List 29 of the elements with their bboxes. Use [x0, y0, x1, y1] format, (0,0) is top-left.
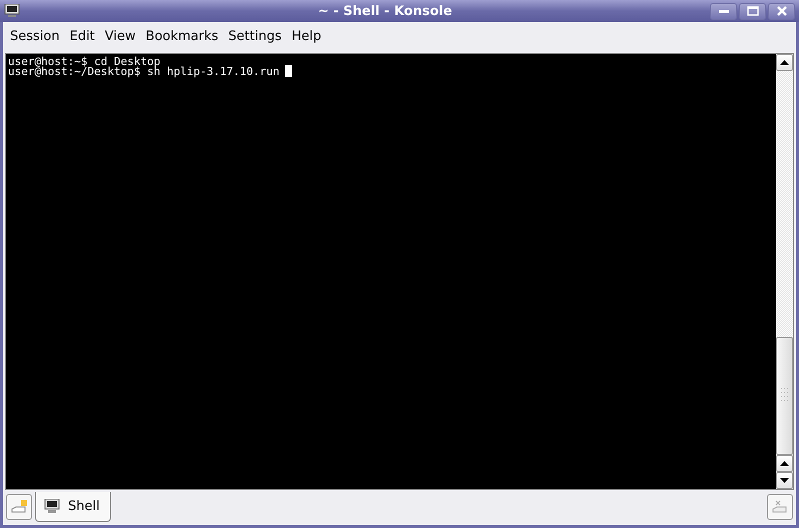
- new-session-icon: [11, 500, 27, 514]
- scroll-thumb[interactable]: [776, 337, 793, 455]
- menu-item[interactable]: Edit: [64, 28, 100, 44]
- new-session-button[interactable]: [6, 494, 32, 520]
- terminal-icon: [44, 499, 60, 514]
- scroll-down-button[interactable]: [776, 472, 793, 489]
- terminal-line: user@host:~/Desktop$ sh hplip-3.17.10.run: [8, 67, 280, 77]
- up-arrow-icon: [780, 461, 789, 466]
- terminal-icon[interactable]: [4, 4, 20, 18]
- maximize-button[interactable]: [739, 2, 766, 20]
- close-session-icon: [772, 500, 788, 514]
- close-session-button[interactable]: [767, 494, 793, 520]
- minimize-button[interactable]: [710, 2, 737, 20]
- menu-item[interactable]: Settings: [223, 28, 287, 44]
- scroll-up-button[interactable]: [776, 455, 793, 472]
- scroll-up-button[interactable]: [776, 54, 793, 71]
- window-title: ~ - Shell - Konsole: [316, 4, 454, 18]
- maximize-icon: [746, 6, 758, 16]
- close-icon: [776, 6, 788, 16]
- down-arrow-icon: [780, 478, 789, 483]
- session-tab[interactable]: Shell: [35, 492, 111, 522]
- scrollbar[interactable]: [776, 54, 793, 489]
- menu-item[interactable]: Session: [5, 28, 65, 44]
- menu-item[interactable]: Bookmarks: [140, 28, 224, 44]
- menu-item[interactable]: View: [100, 28, 141, 44]
- close-button[interactable]: [768, 2, 795, 20]
- menu-item[interactable]: Help: [286, 28, 326, 44]
- terminal-line: user@host:~$ cd Desktop: [8, 57, 160, 67]
- up-arrow-icon: [780, 60, 789, 65]
